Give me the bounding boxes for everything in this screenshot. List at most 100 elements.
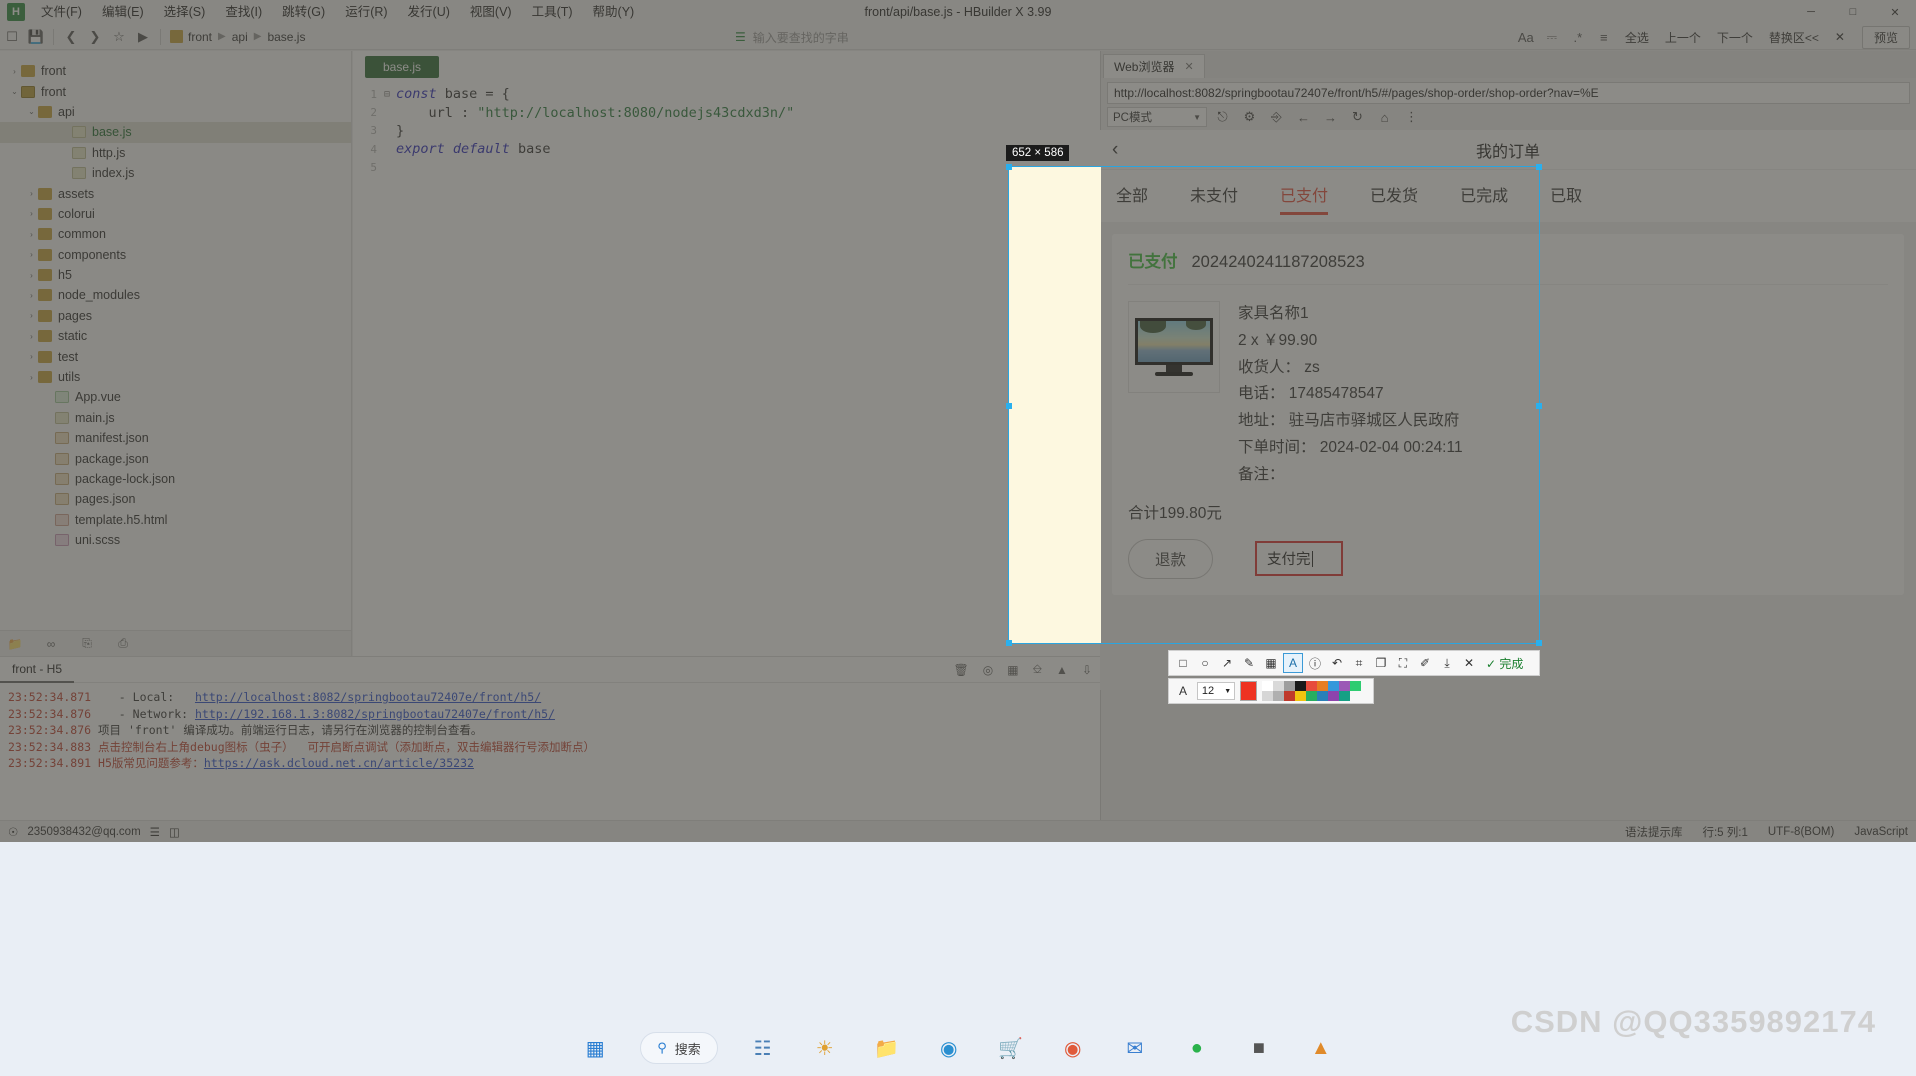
chevron-right-icon[interactable]: › <box>42 454 55 463</box>
menu-item-3[interactable]: 查找(I) <box>215 0 272 24</box>
edge-icon[interactable]: ◉ <box>932 1031 966 1065</box>
chevron-right-icon[interactable]: › <box>25 311 38 320</box>
rect-tool[interactable]: □ <box>1173 653 1193 673</box>
chevron-right-icon[interactable]: › <box>25 291 38 300</box>
color-palette[interactable] <box>1262 681 1368 701</box>
order-tab-1[interactable]: 未支付 <box>1190 182 1238 211</box>
chevron-right-icon[interactable]: › <box>42 495 55 504</box>
chevron-right-icon[interactable]: › <box>8 67 21 76</box>
console-tab-front-h5[interactable]: front - H5 <box>0 657 75 683</box>
color-swatch-11[interactable] <box>1284 691 1296 701</box>
menu-item-6[interactable]: 发行(U) <box>398 0 460 24</box>
layout-icon[interactable]: ◫ <box>169 825 180 839</box>
order-tab-0[interactable]: 全部 <box>1116 182 1148 211</box>
device-mode-select[interactable]: PC模式 ▼ <box>1107 107 1207 127</box>
minimize-button[interactable]: ─ <box>1790 0 1832 24</box>
hbuilder-icon[interactable]: ▲ <box>1304 1031 1338 1065</box>
home-icon[interactable]: ⌂ <box>1373 107 1396 128</box>
chevron-right-icon[interactable]: › <box>42 434 55 443</box>
color-swatch-12[interactable] <box>1295 691 1307 701</box>
maximize-button[interactable]: □ <box>1832 0 1874 24</box>
breadcrumb-api[interactable]: api <box>232 30 248 44</box>
browser-url-bar[interactable]: http://localhost:8082/springbootau72407e… <box>1107 82 1910 104</box>
color-swatch-14[interactable] <box>1317 691 1329 701</box>
annotation-style-bar[interactable]: A 12 ▼ <box>1168 678 1374 704</box>
refund-button[interactable]: 退款 <box>1128 538 1214 579</box>
save-icon[interactable]: 💾 <box>24 25 48 49</box>
color-swatch-7[interactable] <box>1339 681 1351 691</box>
preview-button[interactable]: 预览 <box>1861 25 1910 49</box>
close-icon[interactable]: ✕ <box>1184 60 1193 73</box>
menu-item-0[interactable]: 文件(F) <box>31 0 92 24</box>
status-syntax-hint[interactable]: 语法提示库 <box>1625 824 1683 840</box>
search-input[interactable]: 输入要查找的字串 <box>753 29 849 46</box>
order-card[interactable]: 已支付 2024240241187208523 家具名称1 2 x ￥99.90… <box>1112 234 1904 595</box>
tree-item-static[interactable]: › static <box>0 326 351 346</box>
chevron-down-icon[interactable]: ⌄ <box>25 107 38 116</box>
device-icon[interactable]: ⎋ <box>1211 107 1234 128</box>
more-icon[interactable]: ⋮ <box>1400 107 1423 128</box>
chevron-down-icon[interactable]: ⌄ <box>8 87 21 96</box>
color-swatch-4[interactable] <box>1306 681 1318 691</box>
breadcrumb-front[interactable]: front <box>188 30 212 44</box>
annotation-textbox[interactable]: 支付完 <box>1255 541 1344 577</box>
store-icon[interactable]: 🛒 <box>994 1031 1028 1065</box>
tree-item-http-js[interactable]: › http.js <box>0 143 351 163</box>
close-find-icon[interactable]: ✕ <box>1828 30 1852 44</box>
color-swatch-16[interactable] <box>1339 691 1351 701</box>
chevron-right-icon[interactable]: › <box>42 536 55 545</box>
stop-icon[interactable]: ◎ <box>983 663 993 677</box>
reload-icon[interactable]: ↻ <box>1346 107 1369 128</box>
color-swatch-0[interactable] <box>1262 681 1274 691</box>
menu-item-9[interactable]: 帮助(Y) <box>583 0 645 24</box>
start-icon[interactable]: ▦ <box>578 1031 612 1065</box>
forward-icon[interactable]: → <box>1319 107 1342 128</box>
order-tab-5[interactable]: 已取 <box>1550 182 1582 211</box>
back-icon[interactable]: ‹ <box>1112 139 1118 161</box>
grid-icon[interactable]: ▦ <box>1007 663 1018 677</box>
fold-icon[interactable]: ⊟ <box>384 89 396 100</box>
back-icon[interactable]: ❮ <box>59 25 83 49</box>
wechat-icon[interactable]: ● <box>1180 1031 1214 1065</box>
new-file-icon[interactable]: ☐ <box>0 25 24 49</box>
chevron-right-icon[interactable]: › <box>25 209 38 218</box>
tree-item-utils[interactable]: › utils <box>0 367 351 387</box>
download-tool[interactable]: ⤓ <box>1437 653 1457 673</box>
regex-icon[interactable]: .* <box>1566 25 1590 49</box>
chevron-right-icon[interactable]: › <box>25 373 38 382</box>
color-swatch-3[interactable] <box>1295 681 1307 691</box>
sort-icon[interactable]: ⇩ <box>1082 663 1092 677</box>
tree-item-package-json[interactable]: › package.json <box>0 448 351 468</box>
copy-tool[interactable]: ❐ <box>1371 653 1391 673</box>
order-status-tabs[interactable]: 全部 未支付 已支付 已发货 已完成 已取 <box>1100 170 1916 222</box>
order-tab-4[interactable]: 已完成 <box>1460 182 1508 211</box>
chevron-right-icon[interactable]: › <box>42 413 55 422</box>
tree-item-assets[interactable]: › assets <box>0 183 351 203</box>
code-line[interactable]: 5 <box>353 159 1100 177</box>
chevron-right-icon[interactable]: › <box>25 271 38 280</box>
menu-item-2[interactable]: 选择(S) <box>154 0 216 24</box>
font-size-select[interactable]: 12 ▼ <box>1196 682 1236 700</box>
chevron-right-icon[interactable]: › <box>42 515 55 524</box>
tree-item-base-js[interactable]: › base.js <box>0 122 351 143</box>
collapse-icon[interactable]: ▲ <box>1056 663 1068 677</box>
tree-item-components[interactable]: › components <box>0 245 351 265</box>
order-tab-2[interactable]: 已支付 <box>1280 182 1329 215</box>
log-link[interactable]: http://192.168.1.3:8082/springbootau7240… <box>195 706 555 723</box>
expand-tool[interactable]: ⛶ <box>1393 653 1413 673</box>
arrow-tool[interactable]: ↗ <box>1217 653 1237 673</box>
gear-icon[interactable]: ⚙ <box>1238 107 1261 128</box>
pin-tool[interactable]: ✐ <box>1415 653 1435 673</box>
chevron-right-icon[interactable]: › <box>25 332 38 341</box>
chevron-right-icon[interactable]: › <box>42 475 55 484</box>
in-selection-icon[interactable]: ≡ <box>1592 25 1616 49</box>
chevron-right-icon[interactable]: › <box>59 128 72 137</box>
whole-word-icon[interactable]: ⎓ <box>1540 25 1564 49</box>
chevron-right-icon[interactable]: › <box>25 250 38 259</box>
mosaic-tool[interactable]: ▦ <box>1261 653 1281 673</box>
chevron-right-icon[interactable]: › <box>59 148 72 157</box>
account-email[interactable]: 2350938432@qq.com <box>27 826 140 838</box>
tree-item-package-lock-json[interactable]: › package-lock.json <box>0 469 351 489</box>
code-line[interactable]: 4 export default base <box>353 140 1100 158</box>
tree-item-pages-json[interactable]: › pages.json <box>0 489 351 509</box>
